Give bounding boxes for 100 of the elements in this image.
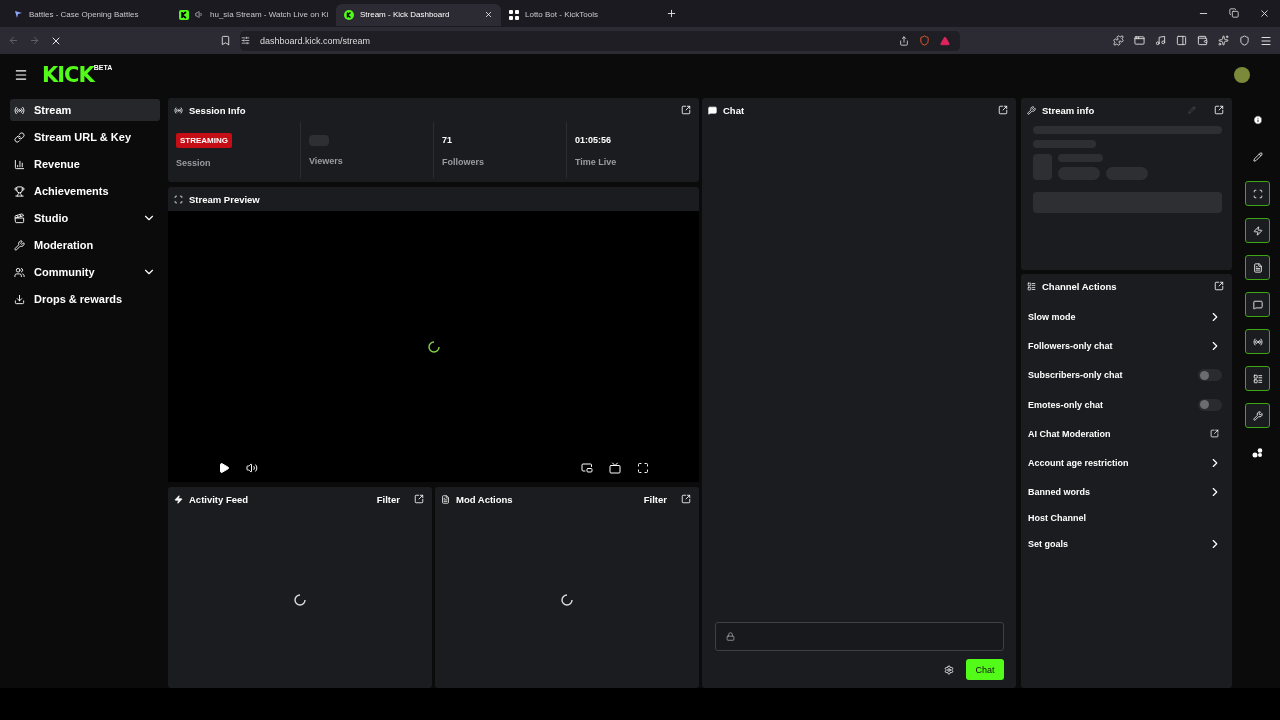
play-icon[interactable] [218,462,230,474]
info-icon [1252,114,1263,125]
new-tab-icon[interactable] [666,8,677,19]
external-link-icon[interactable] [1210,429,1219,439]
document-icon [441,494,450,504]
trophy-icon [14,185,25,197]
stat-label: Session [176,157,212,168]
picture-in-picture-icon[interactable] [581,462,593,474]
chat-send-button[interactable]: Chat [966,659,1004,680]
action-label[interactable]: Emotes-only chat [1028,399,1103,410]
panel-title: Chat [723,104,746,116]
popout-icon[interactable] [414,494,424,504]
sidebar-tool-button[interactable] [1245,403,1270,428]
chat-input-field[interactable] [715,622,1004,651]
wrench-icon [14,239,25,251]
download-icon [14,293,25,305]
settings-icon[interactable] [944,664,954,675]
k-logo-icon [344,9,354,20]
sidebar-tool-button[interactable] [1245,255,1270,280]
action-label[interactable]: Set goals [1028,538,1068,549]
film-icon [14,212,25,224]
sidebar-tool-button[interactable] [1245,366,1270,391]
logo[interactable]: KICK [42,62,94,87]
browser-tab[interactable]: hu_sia Stream - Watch Live on Ki [171,3,336,26]
triangle-icon[interactable] [940,35,950,46]
fullscreen-icon[interactable] [637,462,649,474]
action-label[interactable]: Subscribers-only chat [1028,370,1123,381]
popout-icon[interactable] [681,494,691,504]
browser-tab[interactable]: Stream - Kick Dashboard [336,3,501,26]
panel-title: Stream info [1042,104,1096,116]
popout-icon[interactable] [1214,281,1224,291]
panel-title: Channel Actions [1042,280,1118,292]
music-icon[interactable] [1155,34,1166,46]
bar-chart-icon [14,158,25,170]
menu-icon[interactable] [14,67,28,82]
action-label[interactable]: Banned words [1028,487,1090,498]
broadcast-icon [1252,336,1263,347]
share-icon[interactable] [899,35,909,46]
speaker-icon[interactable] [195,10,204,19]
sidebar-item[interactable]: Stream URL & Key [10,126,160,148]
panel-title: Stream Preview [189,193,261,205]
action-label[interactable]: Followers-only chat [1028,340,1113,351]
menu-icon[interactable] [1260,34,1272,47]
panel-title: Activity Feed [189,493,250,505]
pencil-icon [1252,151,1263,162]
sidebar-item[interactable]: Revenue [10,153,160,175]
window-icon[interactable] [1134,34,1145,46]
sidebar-item[interactable]: Community [10,261,160,283]
popout-icon[interactable] [681,105,691,115]
grid-icon [509,9,519,20]
action-label[interactable]: Host Channel [1028,513,1086,524]
toggle-switch[interactable] [1198,369,1222,382]
restore-icon[interactable] [1229,8,1239,18]
browser-tab[interactable]: Battles - Case Opening Battles [6,3,171,26]
puzzle-icon[interactable] [1113,34,1124,46]
sparkle-icon[interactable] [1218,34,1229,46]
action-label[interactable]: Account age restriction [1028,458,1129,469]
sidebar-tool-button[interactable] [1245,292,1270,317]
bookmark-icon[interactable] [220,35,231,46]
users-icon [14,266,25,278]
stat-label: Followers [442,157,485,167]
list-icon [1252,373,1263,384]
broadcast-icon [14,104,25,116]
stat-value: 71 [442,134,453,147]
panel-title: Session Info [189,104,247,116]
loading-spinner-icon [427,340,440,353]
theater-icon[interactable] [609,462,621,474]
status-badge: STREAMING [176,132,232,148]
browser-tab[interactable]: Lotto Bot - KickTools [501,3,666,26]
sidebar-item[interactable]: Moderation [10,234,160,256]
sidebar-icon[interactable] [1176,34,1187,46]
sidebar-item[interactable]: Drops & rewards [10,288,160,310]
sidebar-item[interactable]: Stream [10,99,160,121]
lock-icon [726,632,735,641]
filter-button[interactable]: Filter [376,493,400,505]
lightning-icon [1252,225,1263,236]
panel-title: Mod Actions [456,493,514,505]
popout-icon[interactable] [998,105,1008,115]
close-icon[interactable] [484,10,493,19]
action-label[interactable]: Slow mode [1028,311,1076,322]
wrench-icon [1252,410,1263,421]
filter-button[interactable]: Filter [643,493,667,505]
shield-icon[interactable] [919,35,930,46]
stat-label: Viewers [309,155,344,166]
link-icon [14,131,25,143]
sidebar-item[interactable]: Achievements [10,180,160,202]
chat-bubble-icon [708,105,717,115]
site-settings-icon[interactable] [241,36,250,45]
wallet-icon[interactable] [1197,34,1208,46]
volume-icon[interactable] [246,462,258,474]
scan-icon [174,194,183,204]
circles-icon [1252,447,1263,458]
popout-icon[interactable] [1214,105,1224,115]
avatar[interactable] [1234,66,1250,83]
action-label[interactable]: AI Chat Moderation [1028,428,1111,439]
sidebar-item[interactable]: Studio [10,207,160,229]
close-icon[interactable] [1259,8,1270,19]
sidebar-tool-button[interactable] [1245,329,1270,354]
sidebar-tool-button[interactable] [1245,218,1270,243]
toggle-switch[interactable] [1198,398,1222,411]
